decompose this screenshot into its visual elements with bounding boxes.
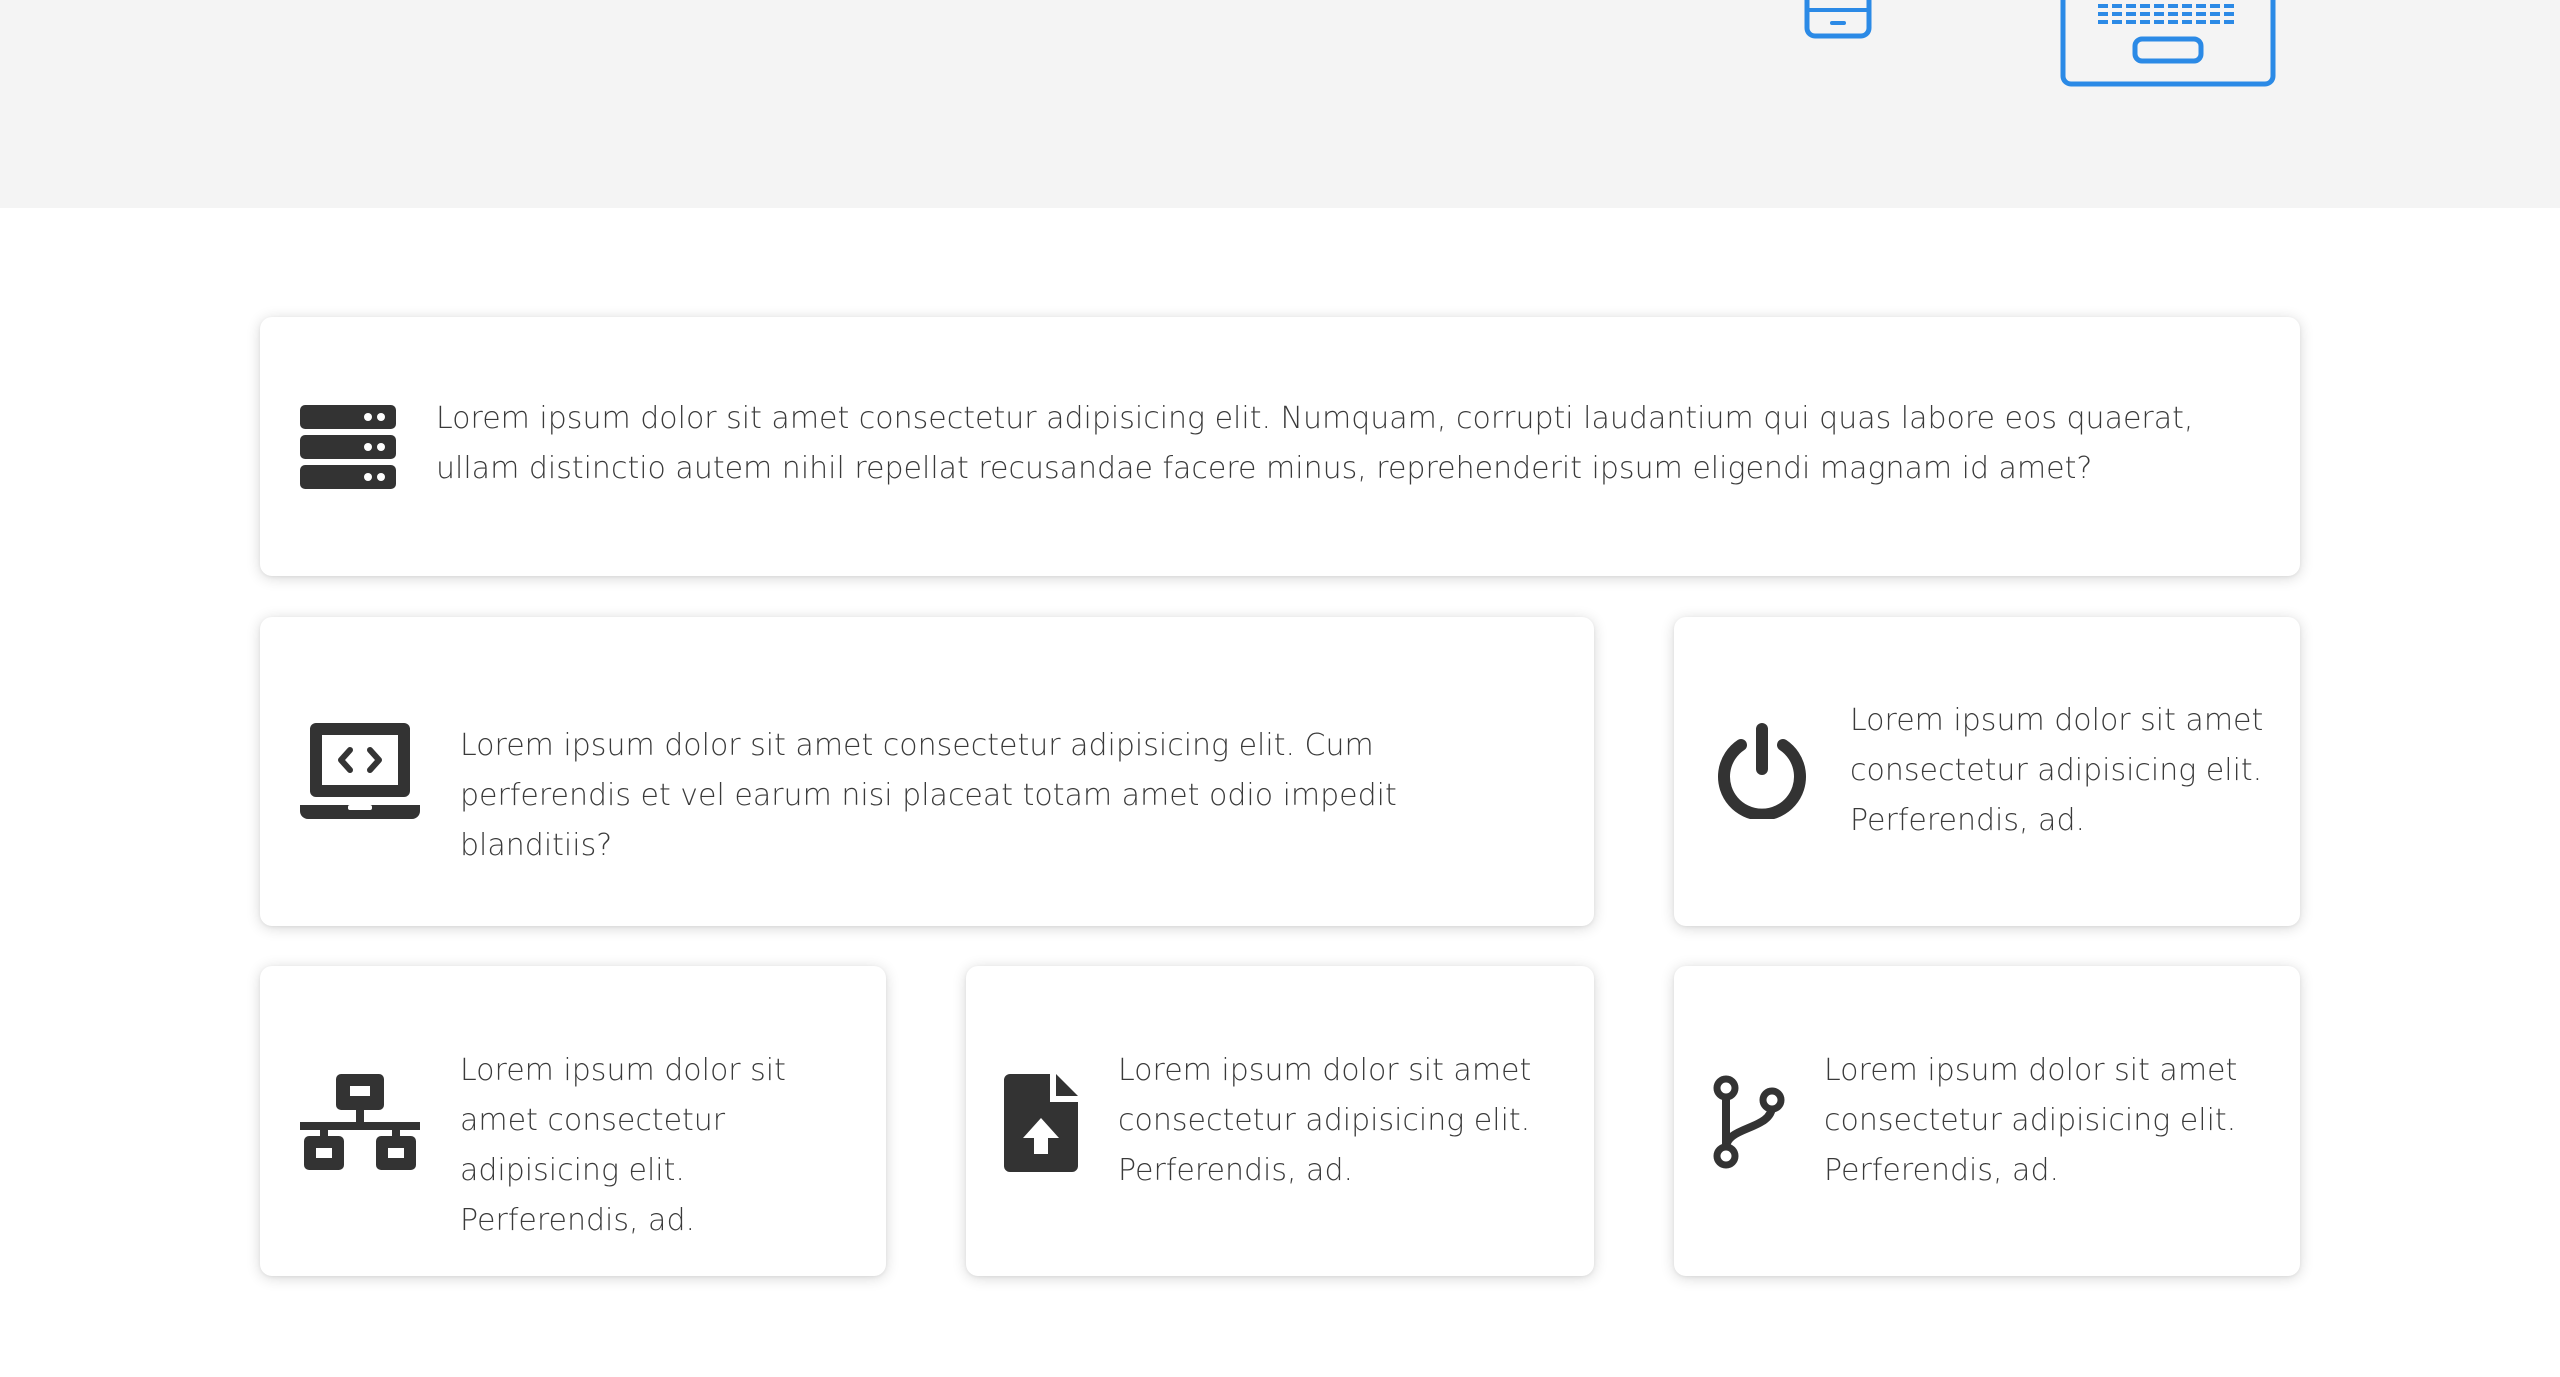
network-icon	[300, 1074, 420, 1170]
feature-text: Lorem ipsum dolor sit amet consectetur a…	[436, 401, 2194, 486]
feature-card-laptop-code: Lorem ipsum dolor sit amet consectetur a…	[260, 617, 1594, 926]
code-branch-icon	[1712, 1074, 1786, 1170]
feature-text: Lorem ipsum dolor sit amet consectetur a…	[1118, 1053, 1532, 1188]
feature-card-file-upload: Lorem ipsum dolor sit amet consectetur a…	[966, 966, 1594, 1276]
phone-device-icon	[1803, 0, 1873, 40]
file-upload-icon	[1004, 1074, 1078, 1172]
feature-card-code-branch: Lorem ipsum dolor sit amet consectetur a…	[1674, 966, 2300, 1276]
feature-card-power: Lorem ipsum dolor sit amet consectetur a…	[1674, 617, 2300, 926]
power-icon	[1714, 723, 1810, 819]
feature-card-network: Lorem ipsum dolor sit amet consectetur a…	[260, 966, 886, 1276]
tablet-device-icon	[2060, 0, 2276, 88]
feature-text: Lorem ipsum dolor sit amet consectetur a…	[460, 728, 1397, 863]
hero-banner	[0, 0, 2560, 208]
feature-text: Lorem ipsum dolor sit amet consectetur a…	[460, 1053, 786, 1238]
feature-text: Lorem ipsum dolor sit amet consectetur a…	[1850, 703, 2264, 838]
laptop-code-icon	[300, 723, 420, 819]
server-icon	[300, 405, 396, 489]
feature-text: Lorem ipsum dolor sit amet consectetur a…	[1824, 1053, 2238, 1188]
feature-card-server: Lorem ipsum dolor sit amet consectetur a…	[260, 317, 2300, 576]
